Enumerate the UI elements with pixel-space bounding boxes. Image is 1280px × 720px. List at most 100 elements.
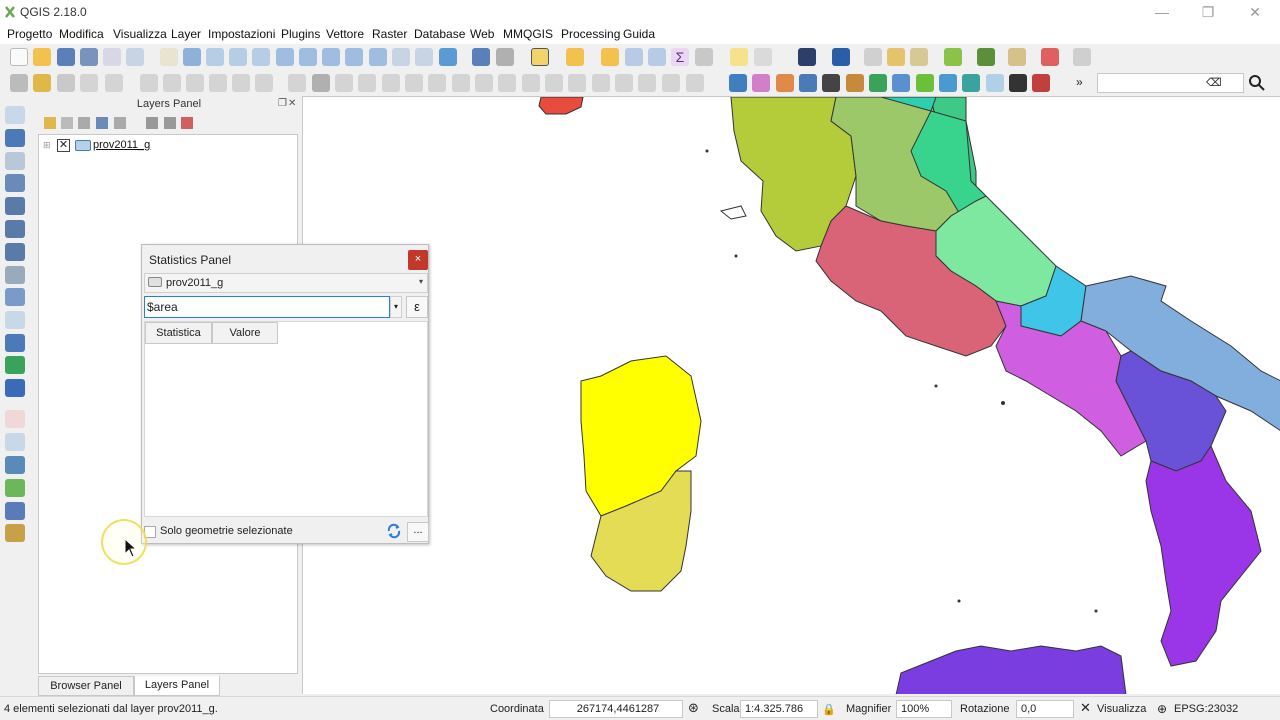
add-spatialite-icon[interactable]	[5, 174, 25, 192]
sicily-region[interactable]	[895, 645, 1127, 694]
rotate-label-icon[interactable]	[662, 74, 680, 92]
move-feature-icon[interactable]	[140, 74, 158, 92]
add-delimited-icon[interactable]	[5, 266, 25, 284]
field-expression-input[interactable]: $area	[144, 296, 390, 318]
paste-icon[interactable]	[255, 74, 273, 92]
crs-globe-icon[interactable]: ⊕	[1157, 702, 1167, 716]
digitize-icon[interactable]	[105, 74, 123, 92]
calabria-region[interactable]	[1145, 444, 1262, 667]
tab-layers-panel[interactable]: Layers Panel	[134, 676, 220, 696]
add-db2-icon[interactable]	[5, 479, 25, 497]
pan-icon[interactable]	[160, 48, 178, 66]
add-wfs-extra-icon[interactable]	[5, 524, 25, 542]
delete-selected-icon[interactable]	[186, 74, 204, 92]
open-style-icon[interactable]	[44, 117, 56, 129]
plugin-g-icon[interactable]	[916, 74, 934, 92]
render-checkbox[interactable]: ✕	[1080, 700, 1091, 716]
label-tool-icon[interactable]	[887, 48, 905, 66]
offset-curve-icon[interactable]	[522, 74, 540, 92]
menu-processing[interactable]: Processing	[561, 27, 620, 41]
cut-icon[interactable]	[209, 74, 227, 92]
new-composer-icon[interactable]	[103, 48, 121, 66]
plugin-d-icon[interactable]	[846, 74, 864, 92]
select-features-icon[interactable]	[531, 48, 549, 66]
locator-search-input[interactable]	[1097, 73, 1244, 93]
redo-icon[interactable]	[335, 74, 353, 92]
new-shapefile-icon[interactable]	[5, 311, 25, 329]
download-icon[interactable]	[1008, 48, 1026, 66]
expand-all-icon[interactable]	[146, 117, 158, 129]
menu-guida[interactable]: Guida	[623, 27, 655, 41]
delete-ring-icon[interactable]	[452, 74, 470, 92]
plugin-b-icon[interactable]	[776, 74, 794, 92]
coordinate-field[interactable]: 267174,4461287	[549, 700, 683, 718]
rotate-symbols-icon[interactable]	[638, 74, 656, 92]
zoom-layer-icon[interactable]	[322, 48, 340, 66]
add-postgis-icon[interactable]	[5, 152, 25, 170]
menu-progetto[interactable]: Progetto	[7, 27, 52, 41]
close-stats-button[interactable]: ×	[408, 250, 428, 270]
new-bookmark-icon[interactable]	[392, 48, 410, 66]
layer-visibility-checkbox[interactable]: ✕	[57, 139, 70, 152]
text-annotation-icon[interactable]	[754, 48, 772, 66]
filter-expression-icon[interactable]	[114, 117, 126, 129]
save-edits-icon[interactable]	[57, 74, 75, 92]
digitize-tools-icon[interactable]	[288, 74, 306, 92]
lock-scale-icon[interactable]: 🔒	[822, 703, 836, 716]
plugin-a-icon[interactable]	[752, 74, 770, 92]
select-by-value-icon[interactable]	[566, 48, 584, 66]
menu-impostazioni[interactable]: Impostazioni	[208, 27, 275, 41]
split-features-icon[interactable]	[545, 74, 563, 92]
copy-icon[interactable]	[232, 74, 250, 92]
add-virtual-icon[interactable]	[5, 288, 25, 306]
zoom-last-icon[interactable]	[345, 48, 363, 66]
grid-icon[interactable]	[1073, 48, 1091, 66]
plugin-f-icon[interactable]	[892, 74, 910, 92]
help-icon[interactable]	[832, 48, 850, 66]
node-tool-icon[interactable]	[163, 74, 181, 92]
toggle-extents-icon[interactable]: ⊛	[688, 700, 699, 716]
expression-icon[interactable]	[986, 74, 1004, 92]
zoom-in-icon[interactable]	[206, 48, 224, 66]
close-panel-icon[interactable]: ✕	[288, 98, 296, 109]
zoom-selection-icon[interactable]	[299, 48, 317, 66]
tab-browser-panel[interactable]: Browser Panel	[38, 676, 134, 696]
menu-raster[interactable]: Raster	[372, 27, 407, 41]
add-vector-icon[interactable]	[5, 106, 25, 124]
merge-features-icon[interactable]	[592, 74, 610, 92]
identify-icon[interactable]	[472, 48, 490, 66]
crs-label[interactable]: EPSG:23032	[1174, 703, 1238, 715]
show-bookmarks-icon[interactable]	[415, 48, 433, 66]
refresh-icon[interactable]	[439, 48, 457, 66]
close-window-button[interactable]: ✕	[1235, 2, 1275, 22]
topology-icon[interactable]	[1041, 48, 1059, 66]
remove-layer-icon[interactable]	[181, 117, 193, 129]
pan-to-selection-icon[interactable]	[183, 48, 201, 66]
georeferencer-icon[interactable]	[944, 48, 962, 66]
menu-web[interactable]: Web	[470, 27, 494, 41]
column-header-valore[interactable]: Valore	[212, 322, 278, 344]
zoom-full-icon[interactable]	[276, 48, 294, 66]
plugin-e-icon[interactable]	[869, 74, 887, 92]
attribute-table-icon[interactable]	[625, 48, 643, 66]
rotation-field[interactable]: 0,0	[1016, 700, 1074, 718]
binoculars-icon[interactable]	[822, 74, 840, 92]
column-header-statistica[interactable]: Statistica	[145, 322, 212, 344]
toggle-editing-icon[interactable]	[33, 74, 51, 92]
plugin-j-icon[interactable]	[1032, 74, 1050, 92]
zoom-native-icon[interactable]	[252, 48, 270, 66]
add-group-icon[interactable]	[61, 117, 73, 129]
snapping-icon[interactable]	[864, 48, 882, 66]
search-icon[interactable]	[1248, 74, 1266, 92]
gps-icon[interactable]	[5, 410, 25, 428]
undo-icon[interactable]	[312, 74, 330, 92]
clear-search-icon[interactable]: ⌫	[1206, 76, 1222, 89]
change-label-icon[interactable]	[686, 74, 704, 92]
globe-icon[interactable]	[962, 74, 980, 92]
save-as-icon[interactable]	[80, 48, 98, 66]
add-wfs-icon[interactable]	[5, 243, 25, 261]
expand-icon[interactable]: ⊞	[43, 140, 51, 151]
current-edits-icon[interactable]	[10, 74, 28, 92]
open-project-icon[interactable]	[33, 48, 51, 66]
measure-icon[interactable]	[695, 48, 713, 66]
